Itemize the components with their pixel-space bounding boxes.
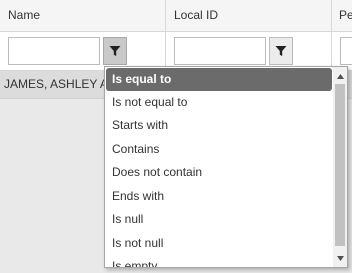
column-header-third-label: Pe [339, 8, 352, 22]
column-header-name-label: Name [8, 8, 41, 22]
column-header-local-id[interactable]: Local ID [166, 0, 332, 31]
filter-operator-option[interactable]: Starts with [105, 114, 333, 138]
filter-button-local-id[interactable] [269, 37, 293, 65]
filter-input-third[interactable] [340, 37, 352, 65]
filter-operator-option[interactable]: Is null [105, 208, 333, 232]
dropdown-scrollbar[interactable] [333, 67, 347, 267]
filter-operator-option[interactable]: Ends with [105, 185, 333, 209]
filter-icon [275, 46, 287, 56]
dropdown-scrollbar-thumb[interactable] [335, 84, 345, 246]
filter-operator-option[interactable]: Is not null [105, 232, 333, 256]
column-header-third[interactable]: Pe [332, 0, 352, 31]
filter-operator-option[interactable]: Contains [105, 138, 333, 162]
filter-operator-option[interactable]: Does not contain [105, 161, 333, 185]
filter-operator-option[interactable]: Is not equal to [105, 91, 333, 115]
data-grid: Name Local ID Pe JAMES, ASHLEY A Is equa… [0, 0, 352, 273]
filter-operator-option[interactable]: Is equal to [106, 68, 332, 91]
filter-cell-local-id [166, 32, 332, 70]
filter-icon [109, 46, 121, 56]
filter-button-name[interactable] [103, 37, 127, 65]
table-cell-name-text: JAMES, ASHLEY A [4, 77, 108, 91]
grid-header-row: Name Local ID Pe [0, 0, 352, 32]
column-header-name[interactable]: Name [0, 0, 166, 31]
filter-operator-dropdown[interactable]: Is equal to Is not equal to Starts with … [104, 66, 348, 268]
filter-cell-name [0, 32, 166, 70]
filter-operator-option[interactable]: Is empty [105, 255, 333, 267]
filter-input-local-id[interactable] [174, 37, 266, 65]
scroll-down-arrow-icon[interactable] [333, 251, 347, 265]
column-header-local-id-label: Local ID [174, 8, 219, 22]
filter-cell-third [332, 32, 352, 70]
filter-input-name[interactable] [8, 37, 100, 65]
filter-operator-list: Is equal to Is not equal to Starts with … [105, 67, 333, 267]
scroll-up-arrow-icon[interactable] [333, 69, 347, 83]
